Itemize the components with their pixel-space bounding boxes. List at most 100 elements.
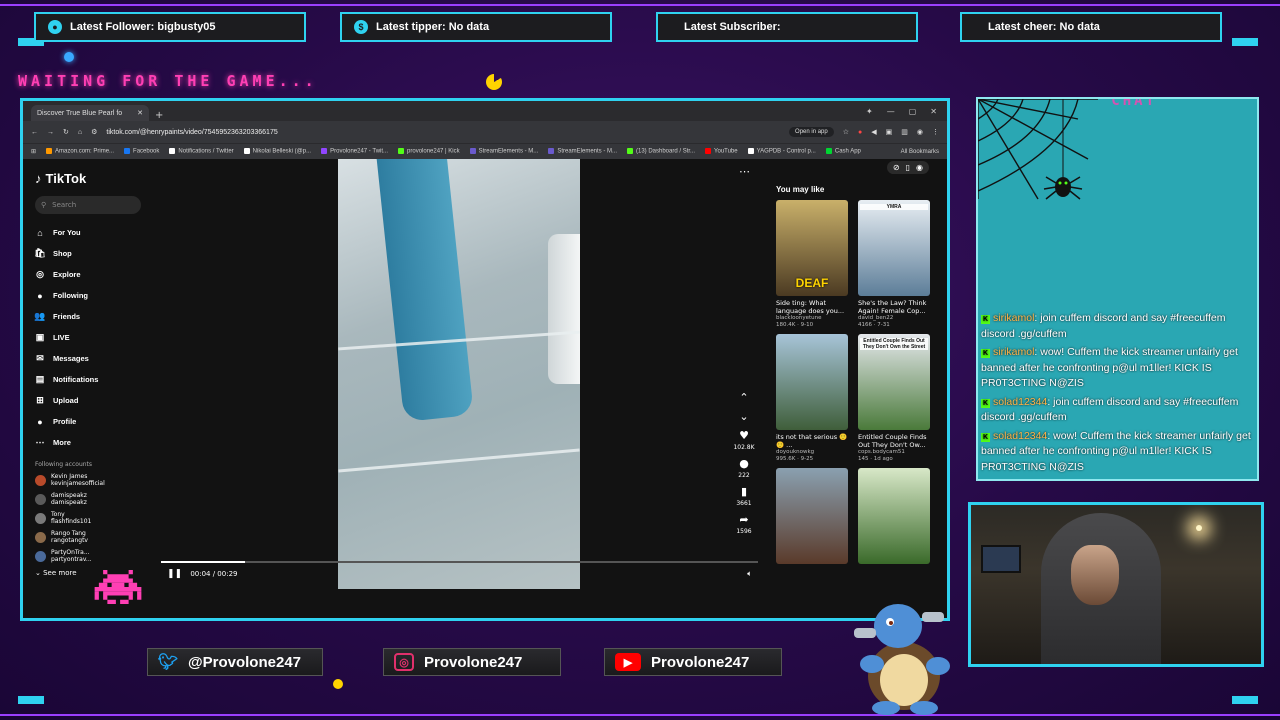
chat-label: CHAT [1111,97,1157,109]
account-name: Rango Tang [51,530,86,537]
forward-icon[interactable]: → [47,129,54,136]
suggestion-card[interactable] [858,468,930,564]
tiktok-note-icon: ♪ [35,171,42,186]
bookmark-item[interactable]: provolone247 | Kick [398,148,460,155]
bookmark-item[interactable]: YAGPDB - Control p... [747,148,816,155]
home-icon[interactable]: ⌂ [78,129,82,136]
bookmark-item[interactable]: Notifications / Twitter [169,148,234,155]
compass-icon: ◎ [36,269,44,279]
suggestion-card[interactable]: YMRA She's the Law? Think Again! Female C… [858,200,930,328]
nav-item-more[interactable]: ⋯ More [35,432,141,453]
share-icon[interactable]: ➦ [739,513,748,526]
nav-item-friends[interactable]: 👥 Friends [34,306,141,327]
instagram-social: ◎ Provolone247 [383,648,561,676]
sidebar-icon[interactable]: ▥ [901,128,908,136]
bookmark-star-icon[interactable]: ☆ [843,128,849,136]
video-time: ❚❚ 00:04 / 00:29 [167,569,237,579]
tiktok-page: ♪ TikTok ⚲ Search ⌂ For You 🛍 Shop ◎ Explore ●… [23,159,947,618]
video-player[interactable] [338,159,580,589]
audio-icon[interactable]: ◀ [871,128,876,136]
comment-icon[interactable]: ● [739,457,749,470]
bookmark-label: Provolone247 - Twit... [330,148,389,155]
tiktok-sidebar: ♪ TikTok ⚲ Search ⌂ For You 🛍 Shop ◎ Explore ●… [23,159,153,618]
twitter-handle: @Provolone247 [188,653,301,671]
bookmark-favicon-icon [747,148,754,155]
nav-item-live[interactable]: ▣ LIVE [35,327,141,348]
suggestion-card[interactable]: DEAF Side ting: What language does you...… [776,200,848,328]
bookmark-item[interactable]: Provolone247 - Twit... [321,148,388,155]
nav-item-shop[interactable]: 🛍 Shop [34,243,141,264]
nav-item-upload[interactable]: ⊞ Upload [35,390,141,411]
bookmark-item[interactable]: StreamElements - M... [469,148,539,155]
latest-subscriber-alert: Latest Subscriber: [656,12,918,42]
nav-item-profile[interactable]: ● Profile [35,411,141,432]
all-bookmarks-link[interactable]: All Bookmarks [901,149,939,155]
browser-tab[interactable]: Discover True Blue Pearl fo ✕ [31,105,149,121]
maximize-icon[interactable]: ▢ [909,107,917,116]
suggestion-card[interactable] [776,468,848,564]
nav-item-messages[interactable]: ✉ Messages [35,348,141,369]
bookmark-item[interactable]: Amazon.com: Prime... [46,148,114,155]
chat-username: sirikamol [993,312,1035,324]
pause-icon[interactable]: ❚❚ [167,569,182,579]
bookmark-item[interactable]: (13) Dashboard / Str... [627,148,695,155]
open-in-app-button[interactable]: Open in app [789,127,834,137]
following-account[interactable]: PartyOnTra... partyontrav... [35,549,141,563]
back-icon[interactable]: ← [31,129,38,136]
nav-item-following[interactable]: ● Following [35,285,141,306]
youtube-social: ▶ Provolone247 [604,648,782,676]
video-progress-bar[interactable] [161,561,758,563]
menu-icon[interactable]: ⋮ [932,128,939,136]
bookmark-label: StreamElements - M... [478,148,539,155]
block-icon[interactable]: ⊘ [893,163,900,172]
nav-item-notifications[interactable]: ▤ Notifications [35,369,141,390]
bookmark-item[interactable]: StreamElements - M... [548,148,617,155]
nav-item-explore[interactable]: ◎ Explore [35,264,141,285]
url-field[interactable]: tiktok.com/@henrypaints/video/7545952363… [106,129,277,136]
bookmark-item[interactable]: Nikolai Belleski (@p... [243,148,311,155]
extensions-icon[interactable]: ✦ [866,107,873,116]
device-icon[interactable]: ▯ [906,163,910,172]
close-window-icon[interactable]: ✕ [930,107,937,116]
suggestion-caption: Side ting: What language does you... [776,299,845,315]
bookmark-icon[interactable]: ▮ [741,485,747,498]
chat-message: Ksolad12344: join cuffem discord and say… [981,395,1253,426]
messages-icon: ✉ [36,353,44,363]
more-options-icon[interactable]: ⋯ [739,165,750,178]
profile-icon[interactable]: ◉ [917,128,923,136]
volume-icon[interactable]: 🔈︎ [747,569,752,579]
apps-icon[interactable]: ⊞ [31,148,36,155]
minimize-icon[interactable]: — [887,107,895,116]
nav-item-label: LIVE [53,333,70,342]
heart-icon[interactable]: ♥ [739,429,749,442]
following-account[interactable]: damispeakz damispeakz [35,492,141,506]
chevron-down-icon[interactable]: ⌄ [739,410,748,423]
search-input[interactable]: ⚲ Search [35,196,141,214]
suggestion-card[interactable]: Entitled Couple Finds Out They Don't Own… [858,334,930,462]
tab-close-icon[interactable]: ✕ [137,109,143,117]
bookmark-favicon-icon [398,148,405,155]
chevron-down-icon: ⌄ [35,569,41,577]
extension-icon[interactable]: ▣ [886,128,893,136]
chevron-up-icon[interactable]: ⌃ [739,391,748,404]
following-account[interactable]: Rango Tang rangotangtv [35,530,141,544]
new-tab-icon[interactable]: + [155,110,163,121]
record-icon[interactable]: ● [858,129,862,136]
bookmark-item[interactable]: YouTube [705,148,738,155]
reload-icon[interactable]: ↻ [63,128,69,136]
suggestion-card[interactable]: its not that serious 🙂🙂 ... doyouknowkg 99… [776,334,848,462]
bookmark-label: YouTube [714,148,738,155]
tiktok-logo[interactable]: ♪ TikTok [35,171,141,186]
bookmark-item[interactable]: Facebook [124,148,159,155]
bookmark-label: provolone247 | Kick [407,148,460,155]
bookmark-item[interactable]: Cash App [825,148,861,155]
suggestion-author: doyouknowkg [776,449,815,455]
following-account[interactable]: Kevin James kevinjamesofficial [35,473,141,487]
site-info-icon[interactable]: ⚙ [91,128,97,136]
bookmark-favicon-icon [169,148,176,155]
following-account[interactable]: Tony flashfinds101 [35,511,141,525]
account-text: Rango Tang rangotangtv [51,530,88,544]
suggestion-meta: 995.6K · 9-25 [776,456,814,462]
nav-item-for-you[interactable]: ⌂ For You [35,222,141,243]
avatar-icon[interactable]: ◉ [916,163,923,172]
